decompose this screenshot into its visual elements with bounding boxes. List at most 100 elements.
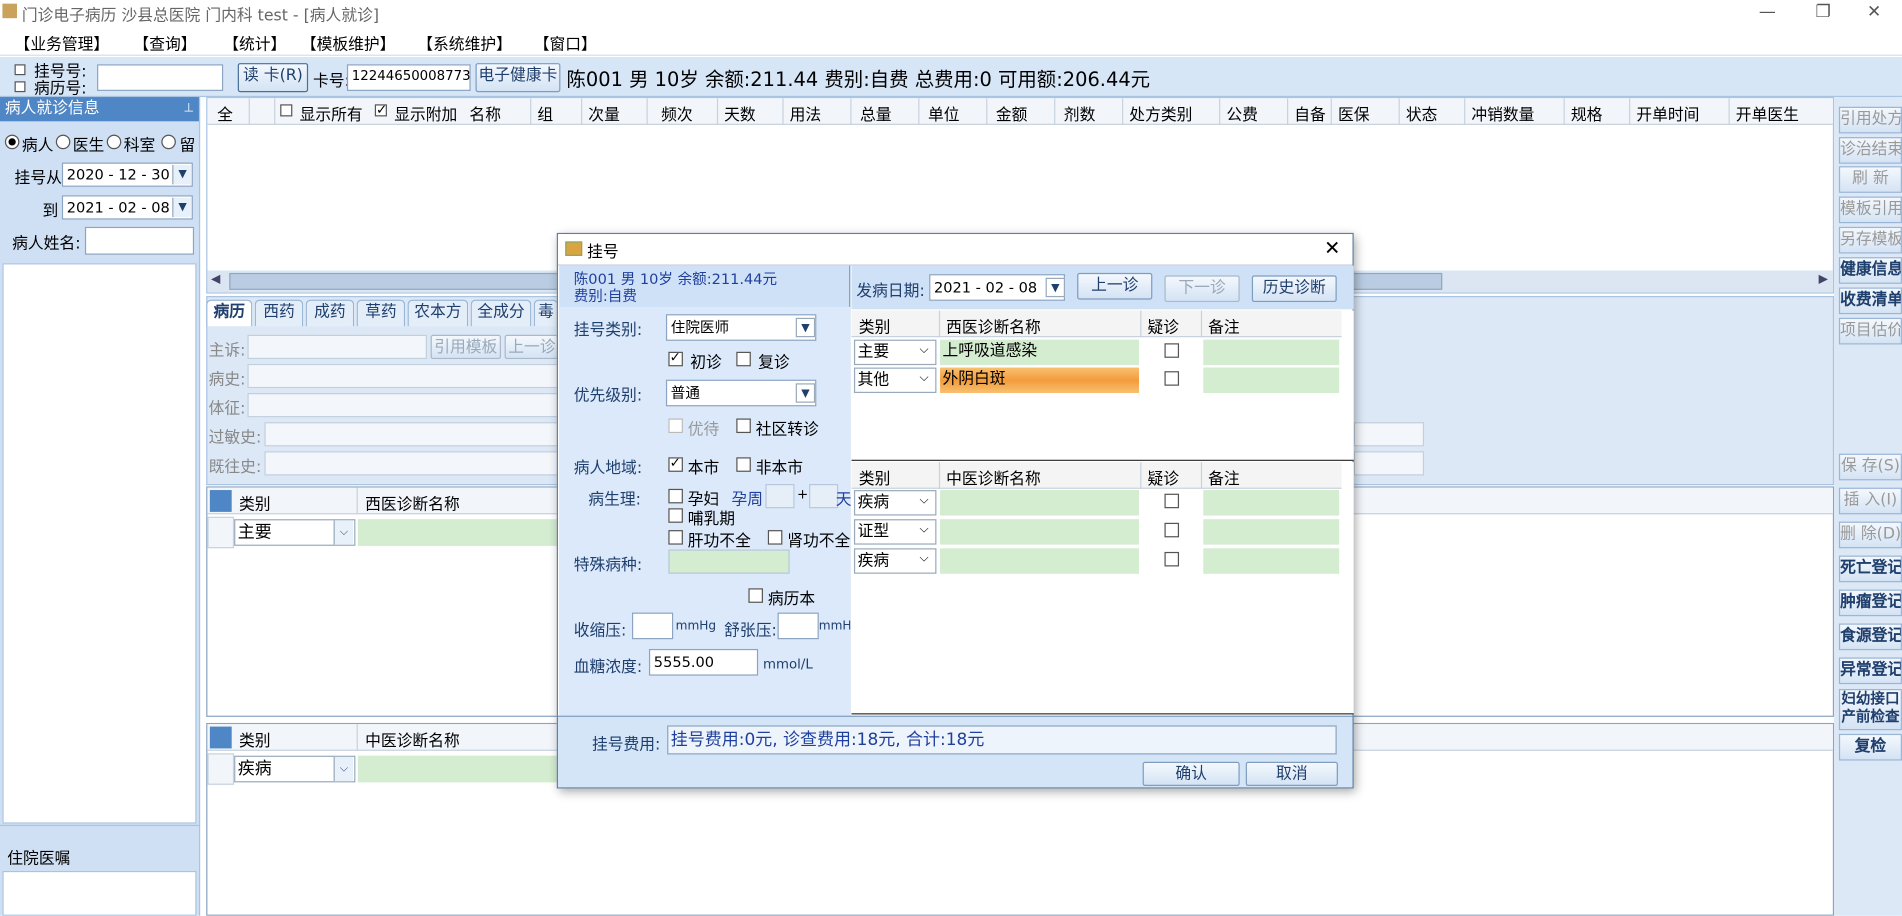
tcm-col-name[interactable]: 中医诊断名称: [365, 728, 460, 751]
lactation-checkbox[interactable]: [668, 508, 683, 523]
col-insurance[interactable]: 医保: [1338, 102, 1370, 125]
dlg-wm-row[interactable]: 其他 ⌵ 外阴白斑: [852, 366, 1342, 394]
read-card-button[interactable]: 读 卡(R): [237, 63, 309, 93]
reg-no-input[interactable]: [97, 64, 224, 91]
save-template-button[interactable]: 另存模板: [1838, 226, 1902, 254]
local-checkbox[interactable]: [668, 455, 683, 472]
patient-name-input[interactable]: [84, 226, 195, 255]
pregnant-checkbox[interactable]: [668, 488, 683, 504]
revisit-checkbox[interactable]: [736, 351, 751, 367]
col-public[interactable]: 公费: [1226, 102, 1258, 125]
item-estimate-button[interactable]: 项目估价: [1838, 317, 1902, 345]
menu-stats[interactable]: 【统计】: [223, 32, 286, 54]
col-dose[interactable]: 次量: [588, 102, 620, 125]
col-all[interactable]: 全: [217, 102, 233, 125]
reg-type-select[interactable]: 住院医师: [665, 314, 817, 341]
patient-list[interactable]: [2, 263, 197, 824]
wm-row-name[interactable]: [357, 519, 560, 546]
col-total[interactable]: 总量: [860, 102, 892, 125]
tab-record[interactable]: 病历: [206, 299, 253, 327]
dlg-tcm-row-name[interactable]: [940, 490, 1140, 516]
dlg-tcm-row[interactable]: 证型 ⌵: [852, 518, 1342, 547]
close-button[interactable]: ✕: [1846, 0, 1902, 27]
show-all-checkbox[interactable]: [280, 104, 293, 117]
scroll-left-icon[interactable]: ◀: [211, 273, 220, 286]
insert-button[interactable]: 插 入(I): [1838, 487, 1902, 515]
preg-week-input[interactable]: [765, 483, 795, 509]
confirm-button[interactable]: 确认: [1142, 761, 1240, 787]
tcm-row-name[interactable]: [357, 755, 560, 783]
dlg-tcm-row[interactable]: 疾病 ⌵: [852, 489, 1342, 518]
col-amount[interactable]: 金额: [996, 102, 1028, 125]
record-book-checkbox[interactable]: [748, 588, 763, 603]
liver-checkbox[interactable]: [668, 530, 683, 545]
dlg-tcm-row-doubt[interactable]: [1164, 493, 1180, 509]
menu-system[interactable]: 【系统维护】: [417, 32, 512, 54]
sign-input[interactable]: [247, 393, 558, 418]
scroll-right-icon[interactable]: ▶: [1819, 273, 1828, 286]
tumor-register-button[interactable]: 肿瘤登记: [1838, 589, 1902, 617]
restore-button[interactable]: ❐: [1795, 0, 1851, 27]
chevron-down-icon[interactable]: ⌵: [919, 494, 928, 507]
abnormal-register-button[interactable]: 异常登记: [1838, 657, 1902, 685]
past-history-input-tail[interactable]: [1353, 451, 1425, 476]
col-order-time[interactable]: 开单时间: [1636, 102, 1699, 125]
finish-visit-button[interactable]: 诊治结束: [1838, 137, 1902, 164]
col-frequency[interactable]: 频次: [661, 102, 693, 125]
card-number-input[interactable]: 12244650008773: [346, 64, 471, 91]
minimize-button[interactable]: —: [1739, 0, 1795, 27]
dlg-tcm-row-name[interactable]: [940, 519, 1140, 545]
dbp-input[interactable]: [777, 612, 819, 640]
radio-patient[interactable]: [4, 134, 20, 150]
recheck-button[interactable]: 复检: [1838, 733, 1902, 761]
death-register-button[interactable]: 死亡登记: [1838, 555, 1902, 583]
select-all-icon[interactable]: [209, 490, 232, 512]
dialog-prev-visit-button[interactable]: 上一诊: [1077, 272, 1153, 300]
reg-no-checkbox[interactable]: [14, 64, 26, 76]
dlg-wm-row-note[interactable]: [1203, 367, 1340, 394]
dlg-wm-row-name[interactable]: 外阴白斑: [940, 367, 1140, 394]
menu-window[interactable]: 【窗口】: [534, 32, 597, 54]
radio-stay[interactable]: [161, 134, 176, 150]
chevron-down-icon[interactable]: ▼: [172, 197, 192, 218]
col-offset-qty[interactable]: 冲销数量: [1471, 102, 1534, 125]
dlg-wm-row-note[interactable]: [1203, 339, 1340, 366]
radio-doctor[interactable]: [55, 134, 71, 150]
cancel-button[interactable]: 取消: [1245, 761, 1338, 787]
wm-col-type[interactable]: 类别: [239, 491, 271, 514]
history-diagnosis-button[interactable]: 历史诊断: [1251, 275, 1337, 303]
tab-toxic[interactable]: 毒: [533, 299, 558, 327]
dialog-close-button[interactable]: ✕: [1324, 237, 1340, 260]
priority-select[interactable]: 普通: [665, 379, 817, 407]
tab-full-ingredients[interactable]: 全成分: [470, 299, 532, 327]
col-rx-type[interactable]: 处方类别: [1129, 102, 1192, 125]
pin-icon[interactable]: ⊥: [184, 97, 195, 121]
save-button[interactable]: 保 存(S): [1838, 453, 1902, 481]
select-all-icon[interactable]: [209, 726, 232, 749]
allergy-input-tail[interactable]: [1353, 422, 1425, 447]
chevron-down-icon[interactable]: ⌵: [919, 343, 928, 356]
dialog-next-visit-button[interactable]: 下一诊: [1164, 275, 1240, 303]
delete-button[interactable]: 删 除(D): [1838, 521, 1902, 549]
dlg-tcm-row-note[interactable]: [1203, 490, 1340, 516]
tab-patent-med[interactable]: 成药: [305, 299, 355, 327]
tab-farm-rx[interactable]: 农本方: [407, 299, 469, 327]
menu-template[interactable]: 【模板维护】: [301, 32, 396, 54]
chevron-down-icon[interactable]: ▼: [1045, 277, 1066, 298]
glucose-input[interactable]: 5555.00: [648, 648, 759, 676]
col-unit[interactable]: 单位: [928, 102, 960, 125]
col-self[interactable]: 自备: [1294, 102, 1326, 125]
cite-template-button[interactable]: 引用模板: [430, 334, 501, 360]
chevron-down-icon[interactable]: ⌵: [919, 371, 928, 384]
dlg-tcm-row-note[interactable]: [1203, 519, 1340, 545]
dlg-wm-row-doubt[interactable]: [1164, 371, 1180, 386]
sbp-input[interactable]: [631, 612, 674, 640]
show-extra-checkbox[interactable]: [374, 102, 387, 118]
radio-dept[interactable]: [106, 134, 122, 150]
health-info-button[interactable]: 健康信息: [1838, 257, 1902, 284]
dlg-tcm-row-doubt[interactable]: [1164, 522, 1180, 538]
food-source-register-button[interactable]: 食源登记: [1838, 623, 1902, 651]
tab-herbal[interactable]: 草药: [356, 299, 406, 327]
maternal-interface-button[interactable]: 妇幼接口产前检查: [1838, 688, 1902, 731]
refresh-button[interactable]: 刷 新: [1838, 166, 1902, 193]
